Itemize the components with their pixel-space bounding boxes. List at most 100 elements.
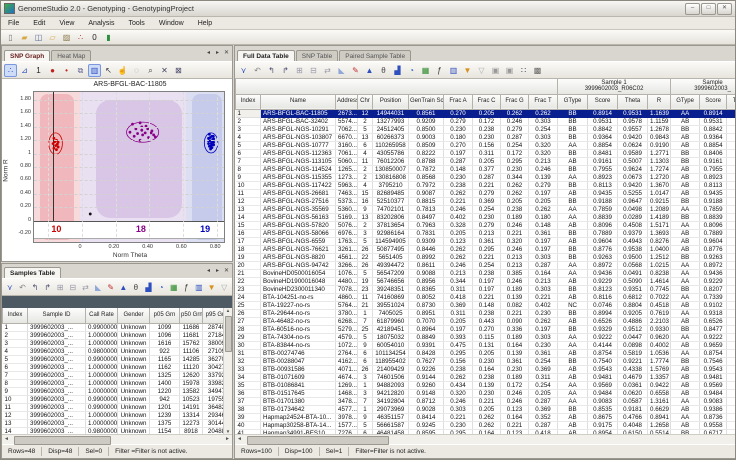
close-panel-icon[interactable]: ✕ <box>223 267 230 274</box>
scatter-dots-icon[interactable]: ∴ <box>74 31 87 44</box>
column-header-theta[interactable]: Theta <box>618 94 648 109</box>
new-project-icon[interactable]: ▯ <box>4 31 17 44</box>
column-header-p50-grn[interactable]: p50 Grn <box>180 308 203 323</box>
tab-paired-sample-table[interactable]: Paired Sample Table <box>339 50 411 61</box>
table-row[interactable]: 16ARS-BFGL-NGS-580666976...3929861640.78… <box>236 229 736 237</box>
column-header-theta[interactable]: Theta <box>727 94 735 109</box>
table-row[interactable]: 2ARS-BFGL-BAC-324025574...2132779930.920… <box>236 117 736 125</box>
table-row[interactable]: 21BovineHD05000160541076...5565472090.90… <box>236 269 736 277</box>
samples-hscroll-thumb[interactable] <box>14 436 111 445</box>
table-row[interactable]: 143999602003_...0.9800000Unknown11548918… <box>3 427 231 434</box>
export-all-icon[interactable]: ↱ <box>42 281 54 294</box>
tab-heat-map[interactable]: Heat Map <box>51 50 91 61</box>
samples-vscroll-thumb[interactable] <box>225 316 232 352</box>
lock-columns-icon[interactable]: ▣ <box>489 64 502 77</box>
table-row[interactable]: 39Hapmap24524-BTA-10...3978...9463511570… <box>236 413 736 421</box>
table-row[interactable]: 33BTB-009315864071...26214094290.92260.2… <box>236 365 736 373</box>
area-chart-icon[interactable]: ◣ <box>335 64 348 77</box>
column-header-gentrain-score[interactable]: GenTrain Score <box>409 94 444 109</box>
scroll-left-icon[interactable]: ◄ <box>237 436 242 443</box>
open-project-icon[interactable]: ▰ <box>18 31 31 44</box>
theta-plot-icon[interactable]: θ <box>130 281 142 294</box>
pan-hand-icon[interactable]: ☝ <box>116 64 129 77</box>
cluster-columns-icon[interactable]: ▥ <box>88 64 101 77</box>
tab-snp-graph[interactable]: SNP Graph <box>4 50 50 61</box>
columns-icon[interactable]: ▥ <box>447 64 460 77</box>
heatmap-icon[interactable]: ▦ <box>419 64 432 77</box>
table-row[interactable]: 32BTB-002880474162...61189554020.76270.1… <box>236 357 736 365</box>
heatmap-icon[interactable]: ▦ <box>168 281 180 294</box>
large-point-icon[interactable]: ● <box>46 64 59 77</box>
column-header-frac-t[interactable]: Frac T <box>529 94 558 109</box>
column-header-gtype[interactable]: GType <box>558 94 588 109</box>
column-header-sample-id[interactable]: Sample ID <box>28 308 86 323</box>
export-displayed-icon[interactable]: ↰ <box>29 281 41 294</box>
restore-points-icon[interactable]: ⊠ <box>172 64 185 77</box>
filter-rows-icon[interactable]: ⋎ <box>4 281 16 294</box>
function-icon[interactable]: ƒ <box>181 281 193 294</box>
table-row[interactable]: 19ARS-BFGL-NGS-88204561...2256514050.899… <box>236 253 736 261</box>
copy-graph-icon[interactable]: ⧉ <box>74 64 87 77</box>
table-row[interactable]: 24BTA-104251-no-rs4860...11741608690.805… <box>236 293 736 301</box>
table-row[interactable]: 9ARS-BFGL-NGS-1153551273...21308168080.8… <box>236 173 736 181</box>
export-all-icon[interactable]: ↱ <box>279 64 292 77</box>
column-header-chr[interactable]: Chr <box>358 94 373 109</box>
menu-view[interactable]: View <box>52 20 81 27</box>
tab-full-data-table[interactable]: Full Data Table <box>237 50 295 61</box>
table-row[interactable]: 15ARS-BFGL-NGS-578205076...2378136540.79… <box>236 221 736 229</box>
menu-analysis[interactable]: Analysis <box>81 20 121 27</box>
table-row[interactable]: 63999602003_...1.0000000Unknown116211120… <box>3 363 231 371</box>
table-row[interactable]: 123999602003_...1.0000000Unknown12391331… <box>3 411 231 419</box>
table-row[interactable]: 34BTB-010716094674...3746015060.91440.26… <box>236 373 736 381</box>
save-icon[interactable]: ◫ <box>32 31 45 44</box>
table-row[interactable]: 103999602003_...0.9900000Unknown94210523… <box>3 395 231 403</box>
scroll-tabs-right-icon[interactable]: ▸ <box>214 267 221 274</box>
table-row[interactable]: 12ARS-BFGL-NGS-275165373...16525103770.8… <box>236 197 736 205</box>
table-row[interactable]: 10ARS-BFGL-NGS-1174225963...437952100.79… <box>236 181 736 189</box>
scroll-up-icon[interactable]: ▲ <box>224 308 232 313</box>
table-row[interactable]: 20ARS-BFGL-NGS-947423266...26493944720.8… <box>236 261 736 269</box>
samples-vertical-scrollbar[interactable]: ▲ ▼ <box>223 308 232 434</box>
table-row[interactable]: 53999602003_...0.9900000Unknown116514285… <box>3 355 231 363</box>
clear-filter-icon[interactable]: ▽ <box>475 64 488 77</box>
zoom-icon[interactable]: ⌕ <box>144 64 157 77</box>
table-row[interactable]: 14ARS-BFGL-NGS-561635169...13832028060.8… <box>236 213 736 221</box>
scroll-tabs-left-icon[interactable]: ◂ <box>205 267 212 274</box>
column-header-gtype[interactable]: GType <box>671 94 700 109</box>
minimize-button[interactable]: – <box>685 3 700 15</box>
pie-chart-icon[interactable]: ◔ <box>155 281 167 294</box>
samples-horizontal-scrollbar[interactable]: ◄ ► <box>2 434 232 444</box>
full-hscroll-thumb[interactable] <box>247 436 389 445</box>
transpose-icon[interactable]: ⇄ <box>321 64 334 77</box>
table-row[interactable]: 36BTB-015176451468...3942128200.91480.32… <box>236 389 736 397</box>
bar-chart-icon[interactable]: ▲ <box>363 64 376 77</box>
exclude-points-icon[interactable]: ✕ <box>158 64 171 77</box>
table-row[interactable]: 6ARS-BFGL-NGS-1123637061...4430557860.82… <box>236 149 736 157</box>
table-row[interactable]: 7ARS-BFGL-NGS-1131055060...11760122060.8… <box>236 157 736 165</box>
table-row[interactable]: 5ARS-BFGL-NGS-107773160...61102659580.85… <box>236 141 736 149</box>
table-row[interactable]: 3ARS-BFGL-NGS-102917062...5245124050.850… <box>236 125 736 133</box>
tab-samples-table[interactable]: Samples Table <box>4 267 61 278</box>
paste-columns-icon[interactable]: ⊟ <box>307 64 320 77</box>
transpose-icon[interactable]: ⇄ <box>80 281 92 294</box>
menu-help[interactable]: Help <box>191 20 219 27</box>
table-row[interactable]: 17ARS-BFGL-NGS-65591763...51145949050.93… <box>236 237 736 245</box>
scatter-plot-icon[interactable]: ∴ <box>4 64 17 77</box>
function-icon[interactable]: ƒ <box>433 64 446 77</box>
edit-pencil-icon[interactable]: ✎ <box>349 64 362 77</box>
maximize-button[interactable]: □ <box>701 3 716 15</box>
table-row[interactable]: 43999602003_...0.9800000Unknown922111062… <box>3 347 231 355</box>
menu-edit[interactable]: Edit <box>26 20 52 27</box>
table-row[interactable]: 73999602003_...1.0000000Unknown132512620… <box>3 371 231 379</box>
table-row[interactable]: 35BTB-010868411269...1948820930.92600.43… <box>236 381 736 389</box>
column-header-position[interactable]: Position <box>373 94 409 109</box>
table-row[interactable]: 11ARS-BFGL-NGS-266817463...15826894850.9… <box>236 189 736 197</box>
scroll-tabs-right-icon[interactable]: ▸ <box>214 49 221 56</box>
bar-chart-icon[interactable]: ▲ <box>117 281 129 294</box>
column-header-r[interactable]: R <box>648 94 671 109</box>
line-plot-icon[interactable]: ⊿ <box>18 64 31 77</box>
table-row[interactable]: 23BovineHD23000113407078...23392483510.8… <box>236 285 736 293</box>
table-row[interactable]: 31BTB-002747462764...61011342540.84280.2… <box>236 349 736 357</box>
paste-columns-icon[interactable]: ⊟ <box>67 281 79 294</box>
close-button[interactable]: ✕ <box>717 3 732 15</box>
